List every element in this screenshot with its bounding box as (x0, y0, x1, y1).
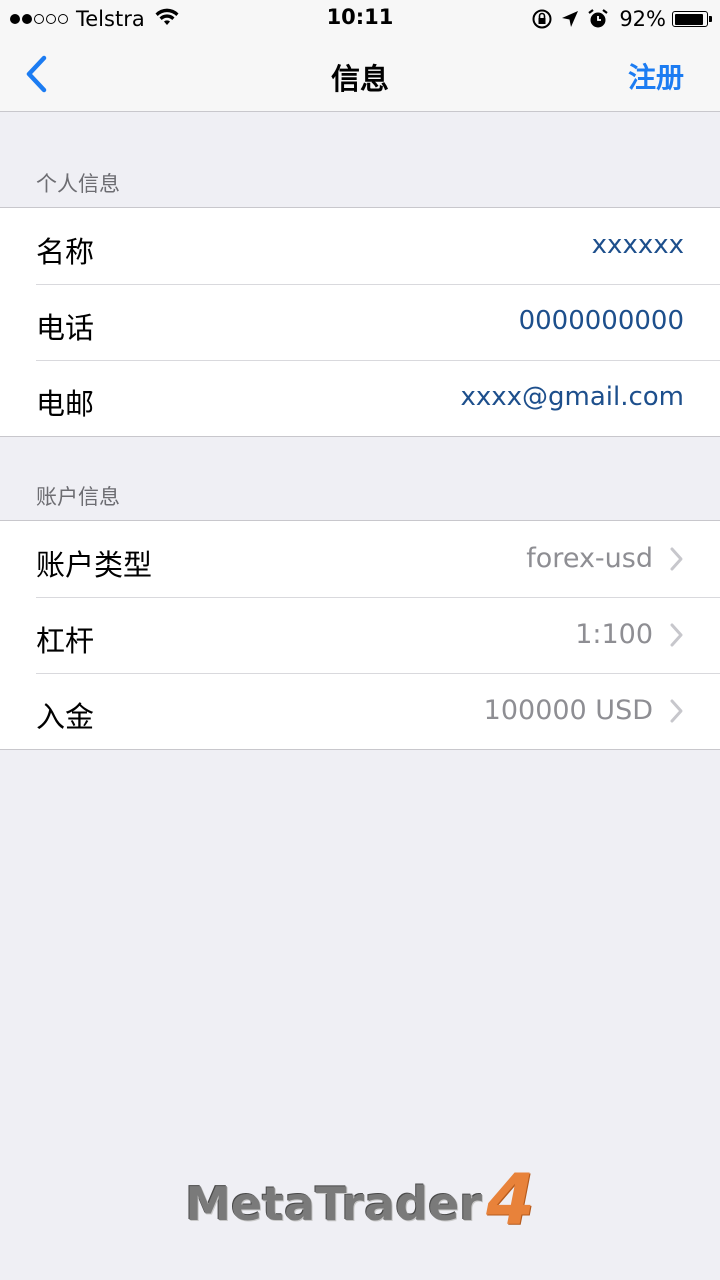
deposit-row[interactable]: 入金 100000 USD (0, 673, 720, 749)
section-header-account: 账户信息 (36, 485, 120, 509)
chevron-right-icon (670, 623, 683, 647)
personal-info-group: 名称 xxxxxx 电话 0000000000 电邮 xxxx@gmail.co… (0, 207, 720, 437)
metatrader-logo: MetaTrader4 (0, 1159, 720, 1245)
status-bar: Telstra 10:11 92% (0, 0, 720, 40)
email-value: xxxx@gmail.com (460, 382, 684, 412)
status-bar-right: 92% (523, 6, 712, 32)
deposit-label: 入金 (36, 700, 95, 734)
email-row[interactable]: 电邮 xxxx@gmail.com (0, 360, 720, 436)
page-title: 信息 (330, 62, 389, 96)
email-label: 电邮 (36, 387, 95, 421)
name-label: 名称 (36, 235, 95, 269)
chevron-right-icon (670, 547, 683, 571)
leverage-row[interactable]: 杠杆 1:100 (0, 597, 720, 673)
chevron-right-icon (670, 699, 683, 723)
orientation-lock-icon (531, 8, 553, 30)
battery-icon (672, 11, 712, 27)
name-row[interactable]: 名称 xxxxxx (0, 208, 720, 284)
battery-percent: 92% (619, 7, 666, 31)
account-type-label: 账户类型 (36, 548, 153, 582)
section-header-personal: 个人信息 (36, 172, 120, 196)
name-value: xxxxxx (591, 230, 684, 260)
leverage-value: 1:100 (575, 619, 653, 650)
account-info-group: 账户类型 forex-usd 杠杆 1:100 入金 100000 USD (0, 520, 720, 750)
deposit-value: 100000 USD (483, 695, 653, 726)
location-arrow-icon (561, 10, 579, 28)
account-type-row[interactable]: 账户类型 forex-usd (0, 521, 720, 597)
navigation-bar: 信息 注册 (0, 40, 720, 112)
alarm-icon (587, 8, 609, 30)
phone-value: 0000000000 (518, 306, 684, 336)
phone-row[interactable]: 电话 0000000000 (0, 284, 720, 360)
logo-number: 4 (486, 1159, 535, 1241)
phone-label: 电话 (36, 311, 95, 345)
register-button[interactable]: 注册 (628, 56, 684, 96)
logo-text: MetaTrader (185, 1177, 483, 1231)
account-type-value: forex-usd (526, 543, 653, 574)
leverage-label: 杠杆 (36, 624, 95, 658)
